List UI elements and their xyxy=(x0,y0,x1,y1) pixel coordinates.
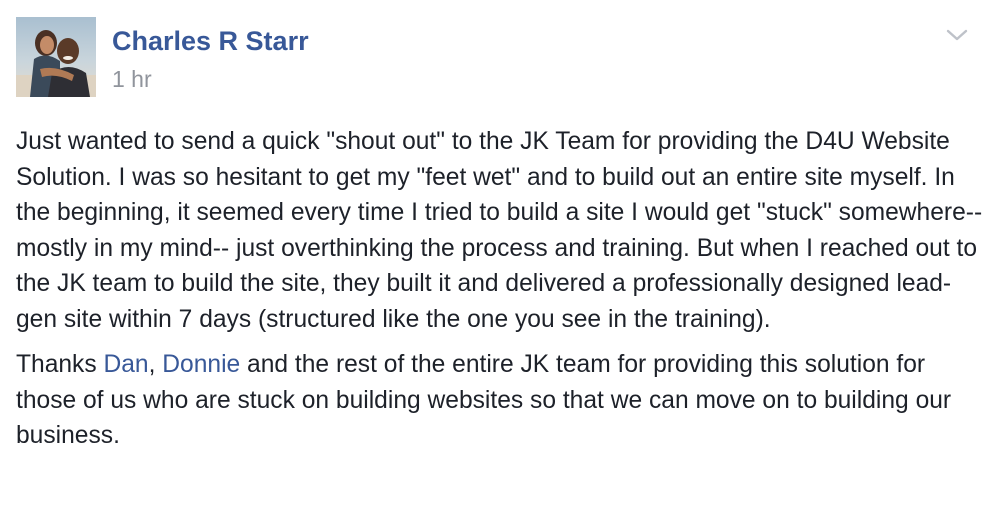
mention-dan[interactable]: Dan xyxy=(103,351,148,378)
post-paragraph: Just wanted to send a quick "shout out" … xyxy=(16,128,983,333)
profile-photo xyxy=(16,17,96,97)
author-name[interactable]: Charles R Starr xyxy=(112,24,309,58)
post-content: Just wanted to send a quick "shout out" … xyxy=(16,124,986,454)
author-avatar[interactable] xyxy=(16,17,96,97)
facebook-post: Charles R Starr 1 hr Just wanted to send… xyxy=(0,0,994,532)
mention-donnie[interactable]: Donnie xyxy=(162,351,240,378)
post-timestamp[interactable]: 1 hr xyxy=(112,64,152,94)
mention-separator: , xyxy=(148,351,163,378)
thanks-text: Thanks xyxy=(16,351,104,378)
chevron-down-icon[interactable] xyxy=(942,22,972,48)
post-paragraph-thanks: Thanks Dan, Donnie and the rest of the e… xyxy=(16,347,986,454)
